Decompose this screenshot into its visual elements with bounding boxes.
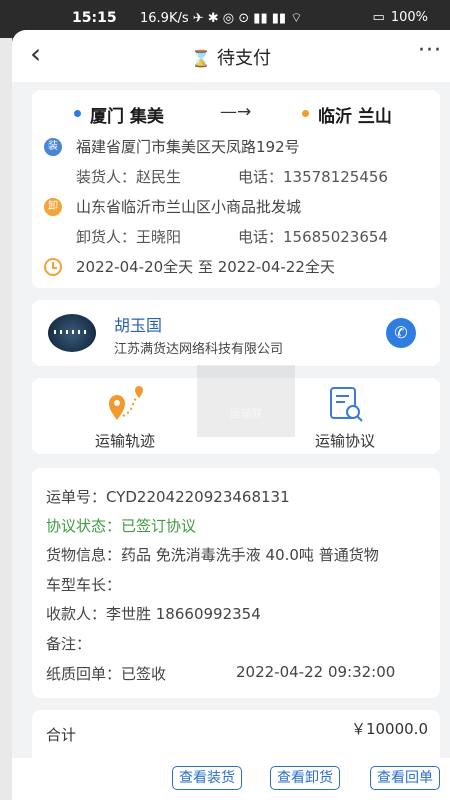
route-arrow: —→ (220, 102, 252, 122)
route-track-icon (109, 386, 143, 420)
status-time: 15:15 (72, 10, 117, 26)
total-amount: ￥10000.0 (350, 720, 428, 738)
loader-name: 装货人：赵民生 (76, 168, 182, 186)
view-loading-button[interactable]: 查看装货 (172, 766, 242, 790)
payee-info: 收款人：李世胜 18660992354 (46, 605, 261, 623)
vehicle-type: 车型车长： (46, 576, 122, 594)
transport-track-label: 运输轨迹 (94, 432, 155, 450)
watermark-overlay: 运输联 (197, 365, 295, 437)
load-tag-icon: 装 (44, 138, 62, 156)
battery-icon: ▭ (372, 10, 385, 25)
origin-city: 厦门 集美 (90, 107, 164, 127)
time-range: 2022-04-20全天 至 2022-04-22全天 (76, 258, 335, 276)
waybill-detail-card: 运单号：CYD2204220923468131 协议状态：已签订协议 货物信息：… (32, 468, 440, 698)
transport-track-button[interactable]: 运输轨迹 (50, 386, 200, 451)
unload-tag-icon: 卸 (44, 198, 62, 216)
destination-dot (302, 110, 309, 117)
company-name: 江苏满货达网络科技有限公司 (114, 342, 284, 357)
driver-name: 胡玉国 (114, 316, 163, 335)
page-title: ⌛ 待支付 (191, 48, 271, 69)
paper-receipt-status: 纸质回单：已签收 (46, 665, 167, 683)
view-unloading-button[interactable]: 查看卸货 (270, 766, 340, 790)
destination-city: 临沂 兰山 (318, 107, 392, 127)
agreement-document-icon (330, 387, 363, 422)
paper-receipt-row: 纸质回单：已签收 2022-04-22 09:32:00 (46, 663, 430, 684)
hourglass-icon: ⌛ (191, 49, 211, 68)
unloader-name: 卸货人：王晓阳 (76, 228, 182, 246)
more-icon[interactable]: ··· (418, 38, 442, 63)
view-receipt-button[interactable]: 查看回单 (370, 766, 440, 790)
network-speed: 16.9K/s ✈ ✱ ◎ ⊙ ▮▮ ▮▮ ⌔ (140, 11, 303, 26)
load-address: 福建省厦门市集美区天凤路192号 (76, 138, 300, 156)
call-button[interactable]: ✆ (386, 318, 416, 348)
order-detail-sheet: ‹ ⌛ 待支付 ··· 厦门 集美 —→ 临沂 兰山 装 福建省厦门市集美区天凤路… (12, 30, 450, 800)
battery-indicator: ▭ 100% (372, 10, 428, 25)
paper-receipt-time: 2022-04-22 09:32:00 (236, 663, 396, 681)
phone-icon: ✆ (394, 323, 408, 342)
unloader-phone: 电话：15685023654 (238, 228, 388, 246)
origin-dot (74, 110, 81, 117)
route-card: 厦门 集美 —→ 临沂 兰山 装 福建省厦门市集美区天凤路192号 装货人：赵民… (32, 90, 440, 288)
unload-address: 山东省临沂市兰山区小商品批发城 (76, 198, 302, 216)
waybill-number: 运单号：CYD2204220923468131 (46, 488, 290, 506)
agreement-status: 协议状态：已签订协议 (46, 517, 197, 535)
goods-info: 货物信息：药品 免洗消毒洗手液 40.0吨 普通货物 (46, 546, 379, 564)
clock-icon (44, 258, 62, 276)
driver-card: 胡玉国 江苏满货达网络科技有限公司 ✆ (32, 300, 440, 366)
loader-phone: 电话：13578125456 (238, 168, 388, 186)
avatar (48, 314, 96, 352)
total-label: 合计 (46, 726, 77, 744)
header: ‹ ⌛ 待支付 ··· (12, 30, 450, 82)
background-page-strip (0, 38, 12, 800)
route-row: 厦门 集美 —→ 临沂 兰山 (32, 102, 440, 127)
bottom-action-bar: 查看装货 查看卸货 查看回单 (12, 758, 450, 800)
remark: 备注： (46, 635, 92, 653)
